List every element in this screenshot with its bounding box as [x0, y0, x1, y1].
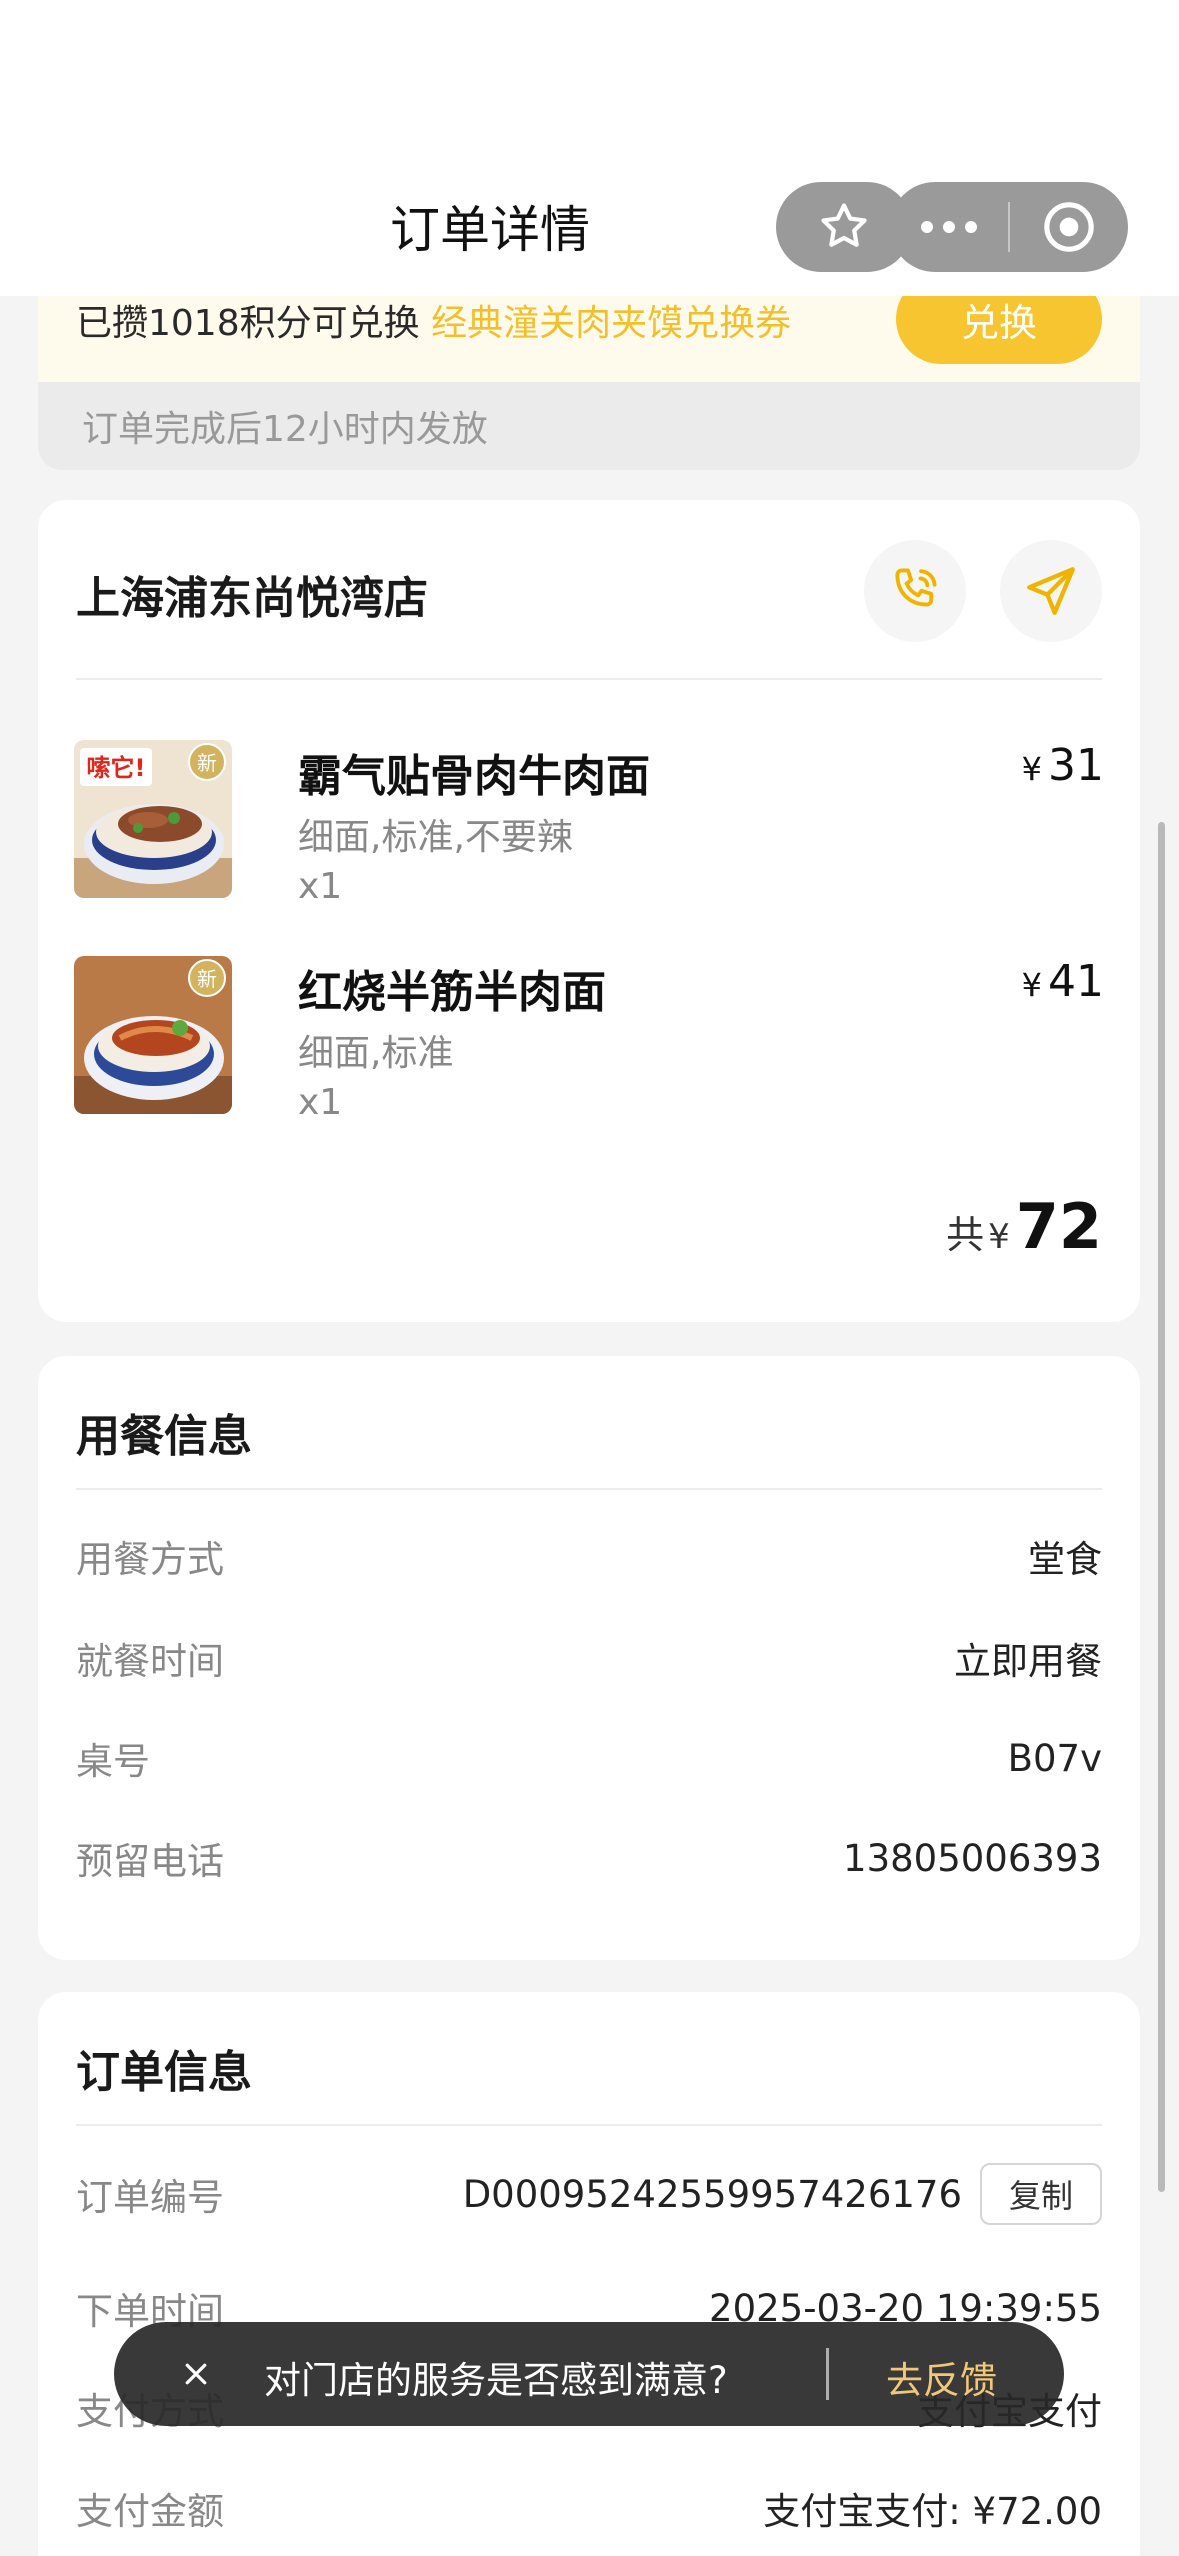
- item-quantity: x1: [298, 866, 343, 907]
- new-badge: 新: [197, 967, 217, 991]
- store-name: 上海浦东尚悦湾店: [76, 573, 428, 624]
- close-icon: [185, 2363, 207, 2385]
- item-image: 新: [74, 956, 232, 1114]
- promo-badge: 嗦它!: [87, 754, 146, 782]
- item-quantity: x1: [298, 1082, 343, 1123]
- order-row-payment-amount: 支付金额 支付宝支付: ¥72.00: [76, 2490, 1102, 2533]
- nav-header: 订单详情: [0, 0, 1179, 296]
- toast-close-button[interactable]: [172, 2350, 220, 2398]
- section-divider: [76, 1488, 1102, 1490]
- section-title: 订单信息: [76, 2047, 252, 2098]
- more-button[interactable]: [890, 182, 1008, 272]
- dining-row-time: 就餐时间 立即用餐: [76, 1640, 1102, 1683]
- copy-button[interactable]: 复制: [980, 2163, 1102, 2225]
- store-card: 上海浦东尚悦湾店 新 嗦它! 霸气贴骨肉牛肉面 细面,标准,不要辣 x1 ¥ 3…: [38, 500, 1140, 1322]
- item-image: 新 嗦它!: [74, 740, 232, 898]
- call-store-button[interactable]: [864, 540, 966, 642]
- dining-row-table: 桌号 B07v: [76, 1736, 1102, 1784]
- close-miniprogram-button[interactable]: [1010, 182, 1128, 272]
- order-total: 共 ¥ 72: [946, 1190, 1102, 1263]
- phone-icon: [895, 568, 937, 607]
- section-divider: [76, 2124, 1102, 2126]
- toast-message: 对门店的服务是否感到满意?: [264, 2359, 728, 2402]
- miniprogram-capsule: [890, 182, 1128, 272]
- order-info-card: 订单信息 订单编号 D0009524255995742617​6 复制 下单时间…: [38, 1992, 1140, 2556]
- points-note: 订单完成后12小时内发放: [38, 382, 1140, 470]
- order-row-number: 订单编号 D0009524255995742617​6 复制: [76, 2163, 1102, 2225]
- toast-divider: [826, 2348, 829, 2400]
- order-number: D0009524255995742617​6: [462, 2172, 962, 2216]
- target-icon: [1044, 202, 1094, 252]
- dining-row-mode: 用餐方式 堂食: [76, 1538, 1102, 1581]
- new-badge: 新: [197, 751, 217, 775]
- item-price: ¥31: [1021, 740, 1104, 791]
- points-text: 已攒1018积分可兑换 经典潼关肉夹馍兑换券: [76, 303, 792, 344]
- order-item[interactable]: 新 红烧半筋半肉面 细面,标准 x1 ¥41: [74, 956, 1104, 1126]
- order-item[interactable]: 新 嗦它! 霸气贴骨肉牛肉面 细面,标准,不要辣 x1 ¥31: [74, 740, 1104, 910]
- navigation-arrow-icon: [1027, 567, 1075, 615]
- item-spec: 细面,标准,不要辣: [298, 817, 573, 858]
- dining-info-card: 用餐信息 用餐方式 堂食 就餐时间 立即用餐 桌号 B07v 预留电话 13805006…: [38, 1356, 1140, 1960]
- item-price: ¥41: [1021, 956, 1104, 1007]
- section-title: 用餐信息: [76, 1411, 252, 1462]
- store-divider: [76, 678, 1102, 680]
- item-name: 红烧半筋半肉面: [298, 967, 606, 1018]
- item-spec: 细面,标准: [298, 1033, 454, 1074]
- more-dots-icon: [921, 221, 933, 233]
- navigate-button[interactable]: [1000, 540, 1102, 642]
- item-name: 霸气贴骨肉牛肉面: [298, 751, 650, 802]
- points-reward-name: 经典潼关肉夹馍兑换券: [431, 303, 792, 344]
- star-icon: [821, 203, 867, 247]
- total-amount: 72: [1015, 1190, 1102, 1263]
- feedback-link[interactable]: 去反馈: [886, 2350, 997, 2404]
- scrollbar[interactable]: [1158, 822, 1165, 2192]
- feedback-toast: 对门店的服务是否感到满意? 去反馈: [114, 2322, 1064, 2426]
- dining-row-phone: 预留电话 13805006393: [76, 1836, 1102, 1884]
